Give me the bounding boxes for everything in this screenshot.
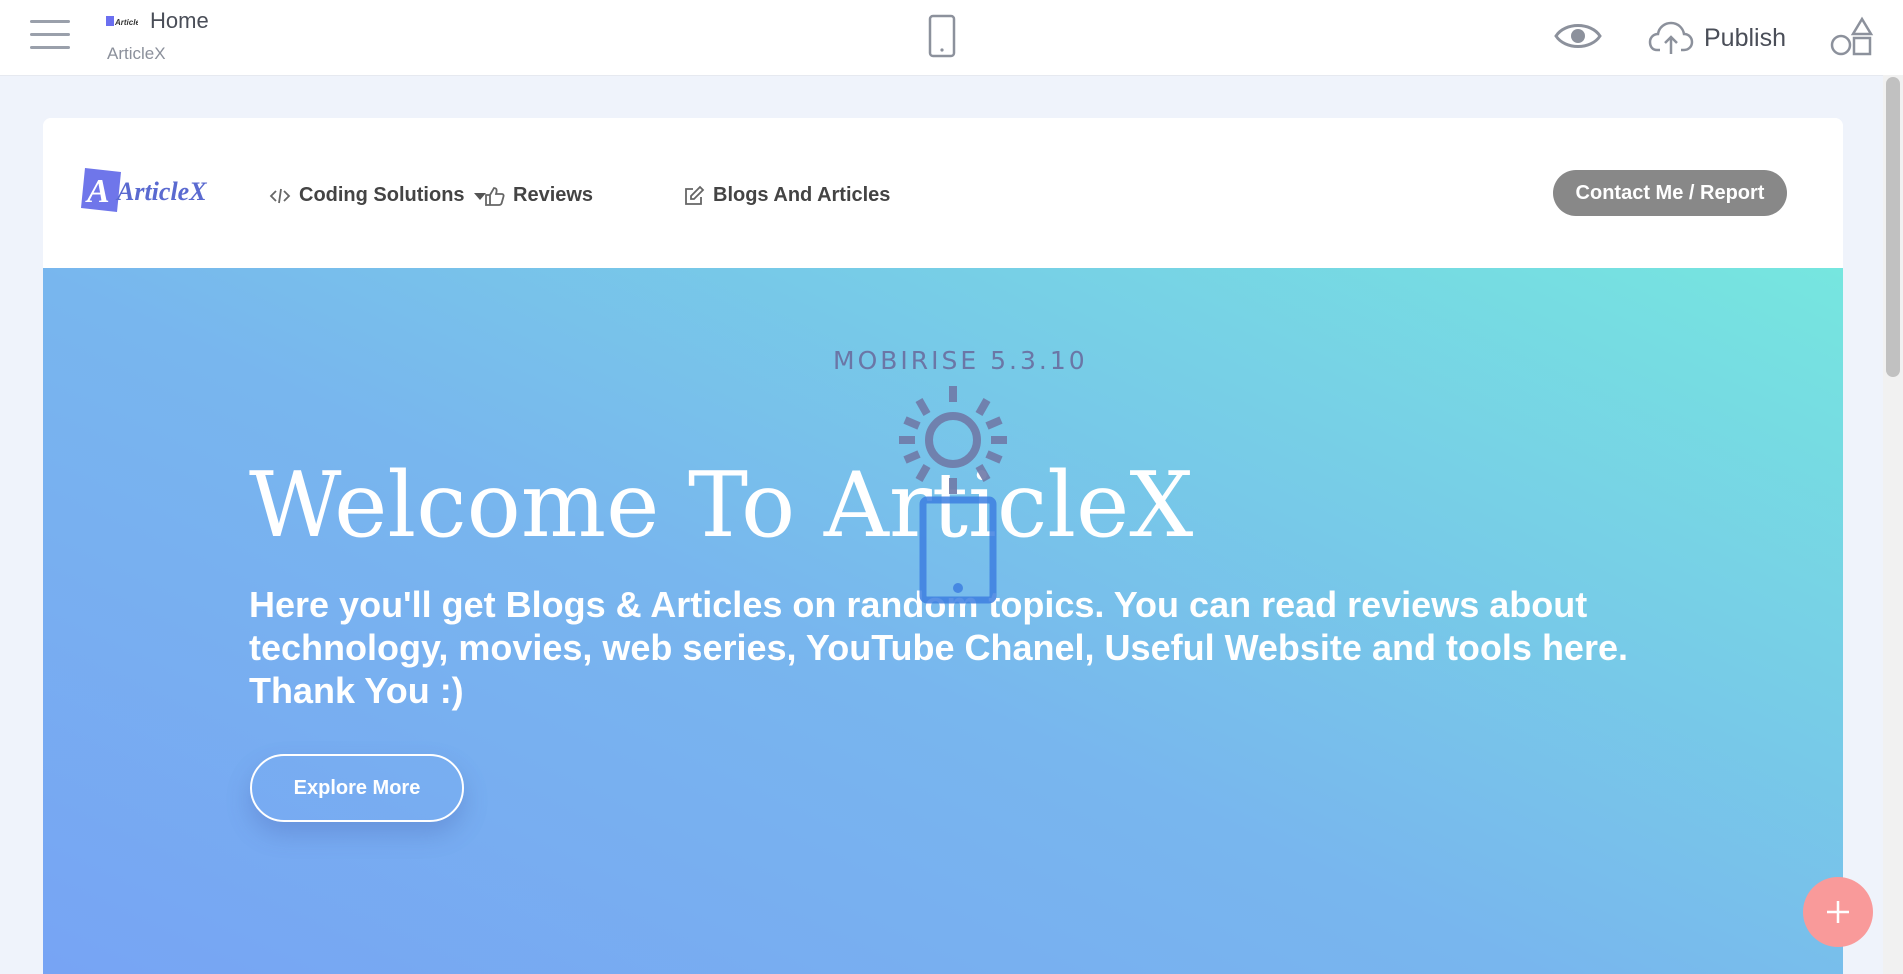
add-block-button[interactable] xyxy=(1803,877,1873,947)
project-name: ArticleX xyxy=(107,44,166,63)
explore-more-button[interactable]: Explore More xyxy=(250,754,464,822)
cloud-upload-icon xyxy=(1648,21,1694,54)
nav-reviews-label: Reviews xyxy=(513,184,594,206)
site-navbar: A ArticleX Coding Solutions Reviews Blog… xyxy=(43,118,1843,268)
svg-text:ArticleX: ArticleX xyxy=(114,18,138,27)
loading-sun-icon xyxy=(899,386,1007,494)
mobile-device-icon[interactable] xyxy=(925,14,959,58)
loading-phone-icon xyxy=(919,496,997,604)
nav-reviews[interactable]: Reviews xyxy=(483,184,593,207)
editor-topbar: ArticleX Home ArticleX Publish xyxy=(0,0,1903,76)
brand-logo[interactable]: A ArticleX xyxy=(81,164,231,214)
nav-coding-solutions[interactable]: Coding Solutions xyxy=(269,184,487,207)
page-title[interactable]: Home xyxy=(150,8,209,34)
edit-icon xyxy=(685,185,705,205)
hero-title: Welcome To ArticleX xyxy=(249,453,1194,558)
blocks-icon[interactable] xyxy=(1830,16,1874,58)
publish-label: Publish xyxy=(1704,23,1786,52)
eye-icon[interactable] xyxy=(1553,18,1603,54)
loading-indicator xyxy=(899,386,1007,604)
contact-button[interactable]: Contact Me / Report xyxy=(1553,170,1787,216)
code-icon xyxy=(269,188,291,203)
site-preview: A ArticleX Coding Solutions Reviews Blog… xyxy=(43,118,1843,974)
page-scrollbar[interactable] xyxy=(1883,75,1903,974)
nav-blogs-and-articles-label: Blogs And Articles xyxy=(713,184,891,206)
hamburger-menu-icon[interactable] xyxy=(30,20,70,54)
version-label: MOBIRISE 5.3.10 xyxy=(833,346,1088,375)
publish-button[interactable]: Publish xyxy=(1648,18,1786,58)
scrollbar-thumb[interactable] xyxy=(1886,77,1900,377)
nav-coding-solutions-label: Coding Solutions xyxy=(299,184,465,206)
svg-text:ArticleX: ArticleX xyxy=(115,177,207,206)
page-thumbnail-logo: ArticleX xyxy=(106,16,138,27)
nav-blogs-and-articles[interactable]: Blogs And Articles xyxy=(683,184,890,207)
svg-text:A: A xyxy=(85,173,110,210)
plus-icon xyxy=(1827,901,1849,923)
hero-section: MOBIRISE 5.3.10 Welcome To ArticleX Here… xyxy=(43,268,1843,974)
thumbs-up-icon xyxy=(485,186,505,206)
